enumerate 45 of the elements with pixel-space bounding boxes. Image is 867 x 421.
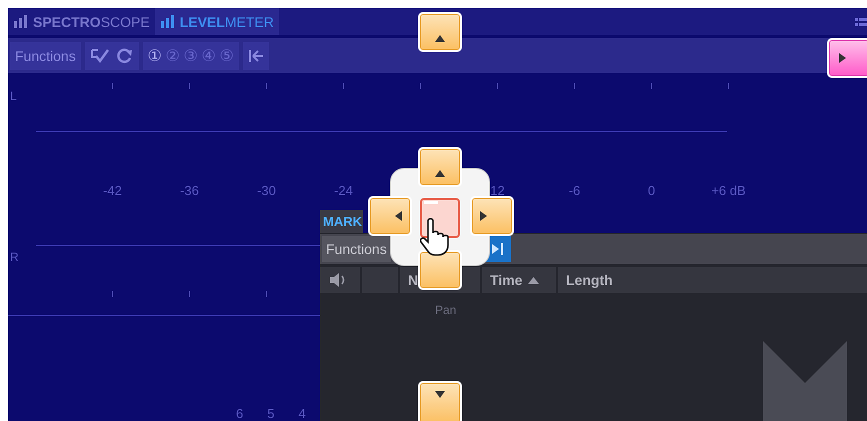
dock-left-button[interactable] <box>368 196 412 236</box>
scale-label: -30 <box>257 183 276 200</box>
markers-tab[interactable]: MARK <box>320 210 363 233</box>
dock-bottom-button[interactable] <box>418 381 462 421</box>
list-icon[interactable] <box>855 16 867 26</box>
tab[interactable]: LEVELMETER <box>154 8 279 35</box>
right-arrow-icon <box>480 211 487 221</box>
column-header[interactable] <box>320 267 360 293</box>
check-icon[interactable] <box>90 48 110 64</box>
functions-button[interactable]: Functions <box>10 42 81 70</box>
redo-icon[interactable] <box>116 48 134 64</box>
sort-ascending-icon <box>528 276 540 284</box>
scale-label: -36 <box>180 183 199 200</box>
hand-cursor-icon <box>420 218 450 256</box>
scale-label: 4 <box>298 406 306 421</box>
scale-label: -42 <box>103 183 122 200</box>
right-arrow-icon <box>839 53 846 63</box>
column-header[interactable]: Length <box>558 267 867 293</box>
column-header[interactable]: Time <box>482 267 556 293</box>
dock-bottom-button[interactable] <box>418 250 462 290</box>
up-arrow-icon <box>435 35 445 42</box>
bar-chart-icon <box>160 15 176 28</box>
channel-label: L <box>10 89 17 103</box>
dock-right-button[interactable] <box>470 196 514 236</box>
scale-label: -6 <box>568 183 580 200</box>
dock-top-button[interactable] <box>418 12 462 52</box>
column-text: Pan <box>435 303 456 317</box>
bar-chart-icon <box>13 15 29 28</box>
scale-label: 6 <box>236 406 244 421</box>
scale-label: 0 <box>648 183 656 200</box>
up-arrow-icon <box>435 170 445 177</box>
dock-right-button[interactable] <box>827 38 867 78</box>
scale-label: 5 <box>267 406 274 421</box>
jump-to-start-icon <box>248 48 264 62</box>
dock-top-button[interactable] <box>418 147 462 187</box>
preset-button[interactable]: ① <box>148 46 162 66</box>
jump-to-start-button[interactable] <box>242 42 269 70</box>
down-arrow-icon <box>435 391 445 398</box>
functions-button[interactable]: Functions <box>322 236 391 262</box>
channel-label: R <box>10 250 19 264</box>
scale-label: 12 <box>490 183 505 200</box>
scale-label: +6 dB <box>711 183 746 200</box>
scale-label: -24 <box>334 183 353 200</box>
left-arrow-icon <box>395 211 402 221</box>
logo-icon <box>763 341 847 421</box>
